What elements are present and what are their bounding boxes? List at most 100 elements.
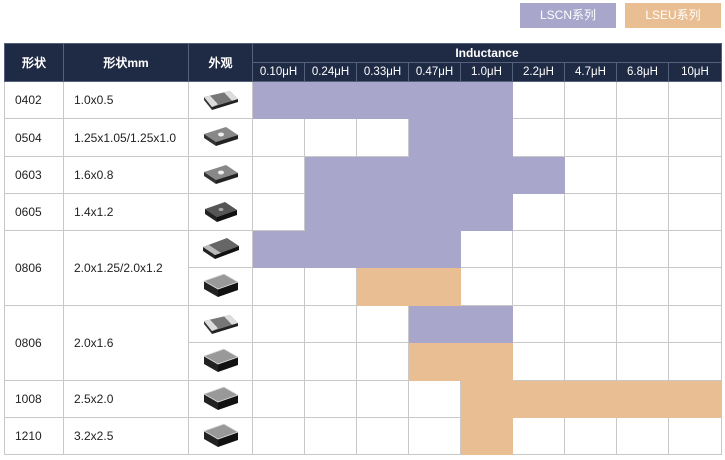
lscn-cell bbox=[408, 305, 461, 343]
empty-cell bbox=[616, 193, 669, 231]
empty-cell bbox=[304, 380, 357, 418]
appearance-cell bbox=[188, 417, 253, 455]
empty-cell bbox=[668, 342, 722, 381]
shape-code: 0603 bbox=[4, 156, 64, 194]
shape-size: 3.2x2.5 bbox=[63, 417, 189, 455]
shape-size: 2.0x1.25/2.0x1.2 bbox=[63, 230, 189, 306]
inductor-chip-icon bbox=[200, 271, 242, 302]
empty-cell bbox=[616, 267, 669, 306]
shape-code: 0806 bbox=[4, 305, 64, 381]
inductor-chip-icon bbox=[200, 421, 242, 452]
lseu-cell bbox=[616, 380, 669, 418]
inductance-table: 形状 形状mm 外观 Inductance 0.10μH 0.24μH 0.33μH… bbox=[4, 43, 722, 455]
legend-lscn: LSCN系列 bbox=[520, 3, 616, 28]
lscn-cell bbox=[356, 230, 409, 268]
shape-size: 2.0x1.6 bbox=[63, 305, 189, 381]
header-size: 形状mm bbox=[63, 43, 189, 82]
lscn-cell bbox=[252, 230, 305, 268]
empty-cell bbox=[460, 267, 513, 306]
empty-cell bbox=[512, 305, 565, 343]
lscn-cell bbox=[356, 193, 409, 231]
inductor-chip-icon bbox=[200, 235, 242, 264]
lscn-cell bbox=[408, 193, 461, 231]
table-row: 1210 3.2x2.5 bbox=[4, 417, 722, 455]
empty-cell bbox=[304, 417, 357, 455]
shape-size: 1.4x1.2 bbox=[63, 193, 189, 231]
header-inductance-value: 4.7μH bbox=[564, 62, 617, 82]
empty-cell bbox=[408, 380, 461, 418]
lscn-cell bbox=[460, 193, 513, 231]
empty-cell bbox=[252, 118, 305, 157]
empty-cell bbox=[668, 417, 722, 455]
empty-cell bbox=[564, 305, 617, 343]
empty-cell bbox=[564, 156, 617, 194]
shape-size: 1.6x0.8 bbox=[63, 156, 189, 194]
appearance-cell bbox=[188, 342, 253, 381]
empty-cell bbox=[668, 267, 722, 306]
lseu-cell bbox=[460, 342, 513, 381]
inductor-chip-icon bbox=[200, 346, 242, 377]
lseu-cell bbox=[564, 380, 617, 418]
empty-cell bbox=[668, 81, 722, 119]
legend-lseu: LSEU系列 bbox=[625, 3, 721, 28]
empty-cell bbox=[356, 380, 409, 418]
inductor-chip-icon bbox=[200, 123, 242, 152]
lseu-cell bbox=[460, 380, 513, 418]
lscn-cell bbox=[304, 156, 357, 194]
empty-cell bbox=[616, 156, 669, 194]
empty-cell bbox=[616, 305, 669, 343]
shape-code: 1008 bbox=[4, 380, 64, 418]
lseu-cell bbox=[356, 267, 409, 306]
empty-cell bbox=[356, 417, 409, 455]
empty-cell bbox=[616, 417, 669, 455]
empty-cell bbox=[356, 305, 409, 343]
empty-cell bbox=[512, 267, 565, 306]
shape-code: 0605 bbox=[4, 193, 64, 231]
lscn-cell bbox=[252, 81, 305, 119]
empty-cell bbox=[304, 305, 357, 343]
header-inductance-value: 1.0μH bbox=[460, 62, 513, 82]
empty-cell bbox=[564, 267, 617, 306]
header-inductance-value: 0.33μH bbox=[356, 62, 409, 82]
inductor-chip-icon bbox=[200, 311, 242, 338]
empty-cell bbox=[408, 417, 461, 455]
inductor-chip-icon bbox=[200, 161, 242, 190]
empty-cell bbox=[668, 193, 722, 231]
appearance-cell bbox=[188, 118, 253, 157]
table-row: 0605 1.4x1.2 bbox=[4, 193, 722, 231]
table-row: 1008 2.5x2.0 bbox=[4, 380, 722, 418]
table-row: 0603 1.6x0.8 bbox=[4, 156, 722, 194]
lscn-cell bbox=[408, 156, 461, 194]
empty-cell bbox=[564, 417, 617, 455]
empty-cell bbox=[512, 342, 565, 381]
appearance-cell bbox=[188, 81, 253, 119]
lscn-cell bbox=[408, 81, 461, 119]
lscn-cell bbox=[460, 156, 513, 194]
empty-cell bbox=[512, 81, 565, 119]
lscn-cell bbox=[356, 156, 409, 194]
shape-code: 0504 bbox=[4, 118, 64, 157]
empty-cell bbox=[304, 267, 357, 306]
header-inductance: Inductance bbox=[252, 43, 722, 63]
shape-code: 0806 bbox=[4, 230, 64, 306]
empty-cell bbox=[304, 118, 357, 157]
table-row: 0806 2.0x1.6 bbox=[4, 305, 722, 381]
empty-cell bbox=[616, 81, 669, 119]
shape-size: 1.0x0.5 bbox=[63, 81, 189, 119]
empty-cell bbox=[252, 193, 305, 231]
shape-code: 1210 bbox=[4, 417, 64, 455]
empty-cell bbox=[564, 342, 617, 381]
header-appearance: 外观 bbox=[188, 43, 253, 82]
lscn-cell bbox=[304, 81, 357, 119]
empty-cell bbox=[304, 342, 357, 381]
lscn-cell bbox=[408, 230, 461, 268]
empty-cell bbox=[668, 156, 722, 194]
appearance-cell bbox=[188, 156, 253, 194]
empty-cell bbox=[356, 342, 409, 381]
appearance-cell bbox=[188, 305, 253, 343]
empty-cell bbox=[512, 230, 565, 268]
empty-cell bbox=[252, 305, 305, 343]
header-shape: 形状 bbox=[4, 43, 64, 82]
lscn-cell bbox=[460, 118, 513, 157]
lscn-cell bbox=[304, 230, 357, 268]
